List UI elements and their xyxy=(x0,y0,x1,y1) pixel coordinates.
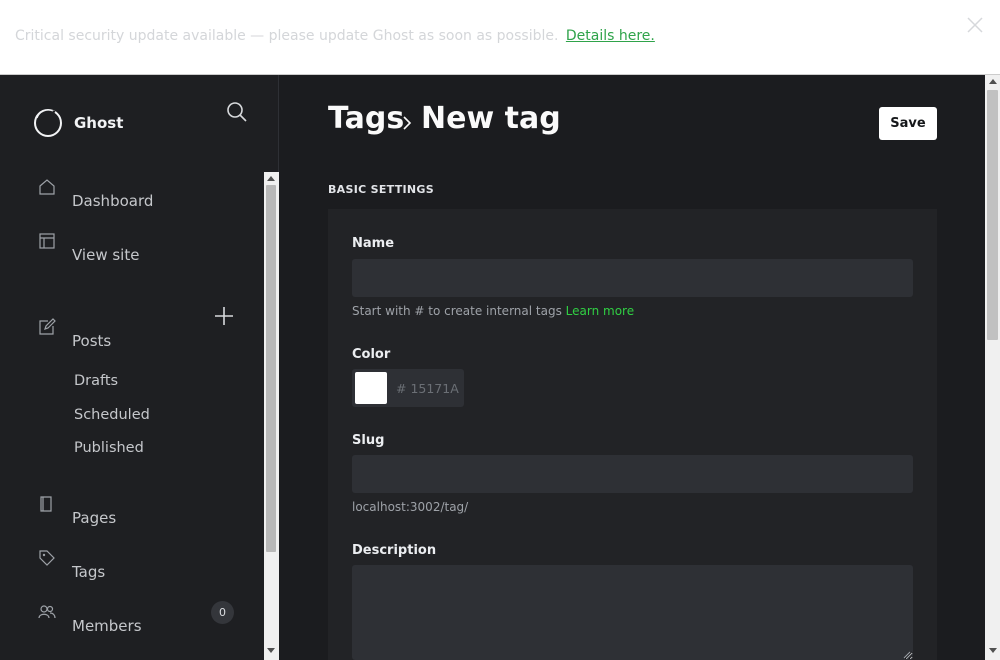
home-icon xyxy=(39,179,55,195)
sidebar-item-dashboard[interactable]: Dashboard xyxy=(30,178,260,214)
resize-grip-icon[interactable] xyxy=(903,651,911,659)
page-icon xyxy=(40,496,52,512)
breadcrumb-tags-link[interactable]: Tags xyxy=(328,101,404,136)
tag-icon xyxy=(39,550,55,566)
scroll-up-icon[interactable] xyxy=(989,79,997,84)
sidebar-item-label: Posts xyxy=(72,332,112,350)
page-scrollbar-thumb[interactable] xyxy=(987,90,998,340)
slug-input[interactable] xyxy=(352,455,913,493)
scroll-up-icon[interactable] xyxy=(267,176,275,181)
sidebar-item-view-site[interactable]: View site xyxy=(30,232,260,268)
learn-more-link[interactable]: Learn more xyxy=(566,304,634,318)
sidebar-item-published[interactable]: Published xyxy=(74,440,144,456)
chevron-right-icon xyxy=(403,116,412,130)
members-count-badge: 0 xyxy=(211,601,234,624)
description-textarea[interactable] xyxy=(352,565,913,660)
color-swatch[interactable] xyxy=(352,369,390,407)
add-post-icon[interactable] xyxy=(213,305,235,327)
section-title: BASIC SETTINGS xyxy=(328,183,434,196)
sidebar-scrollbar-thumb[interactable] xyxy=(266,185,276,552)
color-placeholder: # 15171A xyxy=(396,381,459,396)
sidebar-item-pages[interactable]: Pages xyxy=(30,495,260,531)
sidebar-item-label: Tags xyxy=(72,563,106,581)
sidebar-item-drafts[interactable]: Drafts xyxy=(74,373,118,389)
scroll-down-icon[interactable] xyxy=(267,648,275,653)
page-title: New tag xyxy=(421,101,561,136)
alert-message: Critical security update available — ple… xyxy=(15,28,559,44)
sidebar-item-label: Pages xyxy=(72,509,117,527)
slug-url-preview: localhost:3002/tag/ xyxy=(352,500,469,514)
ghost-logo-icon xyxy=(34,109,62,137)
alert-details-link[interactable]: Details here. xyxy=(566,28,655,44)
close-icon[interactable] xyxy=(966,16,984,34)
color-swatch-preview xyxy=(355,372,387,404)
alert-text: Critical security update available — ple… xyxy=(15,28,655,44)
search-icon[interactable] xyxy=(226,101,248,123)
sidebar-item-label: Members xyxy=(72,617,142,635)
save-button[interactable]: Save xyxy=(879,107,937,140)
brand-name[interactable]: Ghost xyxy=(74,114,123,132)
scroll-down-icon[interactable] xyxy=(989,648,997,653)
sidebar-item-label: View site xyxy=(72,246,140,264)
sidebar-item-scheduled[interactable]: Scheduled xyxy=(74,407,150,423)
name-hint-text: Start with # to create internal tags xyxy=(352,304,562,318)
color-hex-input[interactable]: # 15171A xyxy=(390,369,464,407)
update-alert-banner: Critical security update available — ple… xyxy=(0,0,1000,75)
name-label: Name xyxy=(352,236,395,251)
sidebar-item-label: Dashboard xyxy=(72,192,154,210)
slug-label: Slug xyxy=(352,433,385,448)
color-label: Color xyxy=(352,347,391,362)
name-input[interactable] xyxy=(352,259,913,297)
edit-icon xyxy=(39,318,56,335)
members-icon xyxy=(38,605,56,619)
description-label: Description xyxy=(352,543,437,558)
layout-icon xyxy=(39,233,55,249)
name-hint: Start with # to create internal tags Lea… xyxy=(352,304,634,318)
sidebar-item-tags[interactable]: Tags xyxy=(30,549,260,585)
